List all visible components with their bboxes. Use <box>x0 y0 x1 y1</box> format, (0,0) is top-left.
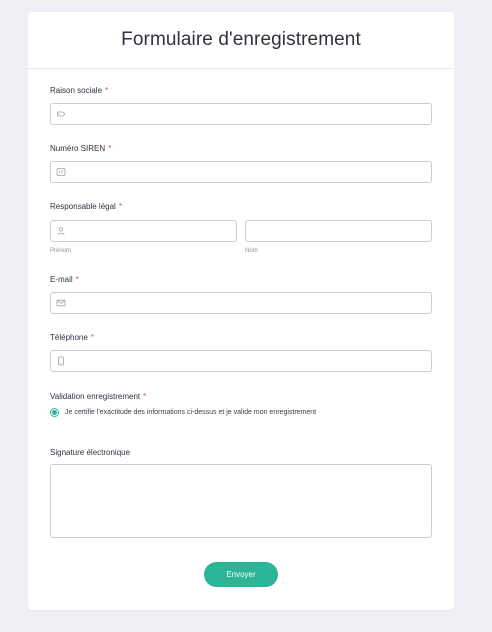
raison-sociale-input[interactable] <box>69 104 427 124</box>
validation-label-text: Validation enregistrement <box>50 392 141 401</box>
form-title: Formulaire d'enregistrement <box>121 29 361 50</box>
radio-selected-dot <box>52 410 57 415</box>
nom-input[interactable] <box>252 221 427 241</box>
required-marker: * <box>90 333 94 342</box>
siren-label: Numéro SIREN * <box>50 144 111 153</box>
envelope-icon <box>56 299 66 307</box>
prenom-sublabel: Prénom <box>50 248 72 254</box>
number-icon <box>56 168 66 176</box>
signature-pad[interactable] <box>50 464 432 538</box>
siren-field[interactable] <box>50 161 432 183</box>
telephone-field[interactable] <box>50 350 432 372</box>
signature-label: Signature électronique <box>50 448 130 457</box>
validation-option-text: Je certifie l'exactitude des information… <box>65 409 317 416</box>
responsable-label-text: Responsable légal <box>50 202 116 211</box>
required-marker: * <box>143 392 147 401</box>
signature-label-text: Signature électronique <box>50 448 131 457</box>
raison-sociale-label-text: Raison sociale <box>50 86 103 95</box>
email-field[interactable] <box>50 292 432 314</box>
required-marker: * <box>105 86 109 95</box>
required-marker: * <box>108 144 112 153</box>
responsable-label: Responsable légal * <box>50 202 122 211</box>
registration-form-card: Formulaire d'enregistrement Raison socia… <box>28 12 454 610</box>
email-label: E-mail * <box>50 275 79 284</box>
telephone-label-text: Téléphone <box>50 333 88 342</box>
raison-sociale-label: Raison sociale * <box>50 86 108 95</box>
submit-button[interactable]: Envoyer <box>204 562 278 587</box>
email-input[interactable] <box>69 293 427 313</box>
required-marker: * <box>118 202 122 211</box>
phone-icon <box>58 356 64 366</box>
validation-option[interactable]: Je certifie l'exactitude des information… <box>50 408 316 417</box>
validation-label: Validation enregistrement * <box>50 392 146 401</box>
nom-sublabel: Nom <box>245 248 258 254</box>
prenom-field[interactable] <box>50 220 237 242</box>
telephone-input[interactable] <box>69 351 427 371</box>
nom-field[interactable] <box>245 220 432 242</box>
prenom-input[interactable] <box>69 221 232 241</box>
tag-icon <box>57 111 66 117</box>
raison-sociale-field[interactable] <box>50 103 432 125</box>
email-label-text: E-mail <box>50 275 73 284</box>
siren-input[interactable] <box>69 162 427 182</box>
telephone-label: Téléphone * <box>50 333 94 342</box>
user-icon <box>57 227 65 235</box>
required-marker: * <box>75 275 79 284</box>
validation-radio[interactable] <box>50 408 59 417</box>
siren-label-text: Numéro SIREN <box>50 144 106 153</box>
form-header: Formulaire d'enregistrement <box>28 12 454 69</box>
